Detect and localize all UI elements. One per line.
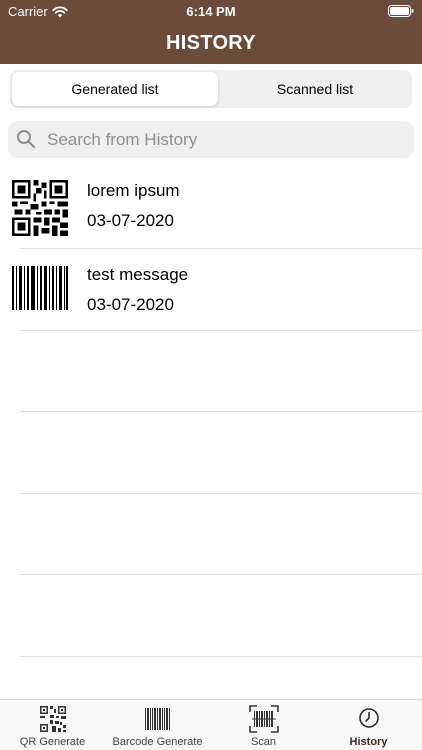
tab-label: Barcode Generate — [112, 736, 203, 748]
tab-scan[interactable]: Scan — [211, 700, 316, 750]
barcode-icon — [12, 266, 68, 310]
item-date: 03-07-2020 — [87, 295, 174, 314]
list-item[interactable]: test message 03-07-2020 — [0, 250, 422, 332]
segment-scanned-list[interactable]: Scanned list — [220, 72, 410, 106]
navigation-header: Carrier 6:14 PM HISTORY — [0, 0, 422, 64]
clock-icon — [359, 708, 379, 728]
divider — [20, 248, 422, 249]
tab-label: QR Generate — [19, 736, 86, 748]
qr-code-icon — [12, 180, 68, 236]
search-input[interactable]: Search from History — [8, 121, 414, 158]
tab-barcode-generate[interactable]: Barcode Generate — [105, 700, 210, 750]
list-segmented-control: Generated list Scanned list — [10, 70, 412, 108]
status-time: 6:14 PM — [186, 4, 236, 19]
tab-qr-generate[interactable]: QR Generate — [0, 700, 105, 750]
qr-code-icon — [40, 706, 66, 732]
segment-generated-list[interactable]: Generated list — [12, 72, 218, 106]
item-title: test message — [87, 265, 189, 284]
battery-icon — [388, 5, 414, 17]
divider — [20, 656, 422, 657]
status-bar: Carrier 6:14 PM — [0, 0, 422, 22]
list-item[interactable]: lorem ipsum 03-07-2020 — [0, 166, 422, 248]
divider — [20, 574, 422, 575]
barcode-icon — [145, 708, 170, 730]
search-placeholder: Search from History — [47, 130, 198, 149]
search-icon — [17, 130, 36, 149]
tab-history[interactable]: History — [316, 700, 421, 750]
tab-bar: QR Generate Barcode Generate Scan Histor… — [0, 699, 422, 750]
scan-icon — [249, 705, 279, 733]
tab-label: History — [349, 736, 388, 748]
item-title: lorem ipsum — [87, 181, 180, 200]
page-title: HISTORY — [166, 32, 256, 54]
tab-label: Scan — [250, 736, 277, 748]
item-date: 03-07-2020 — [87, 211, 174, 230]
divider — [20, 330, 422, 331]
divider — [20, 493, 422, 494]
divider — [20, 411, 422, 412]
